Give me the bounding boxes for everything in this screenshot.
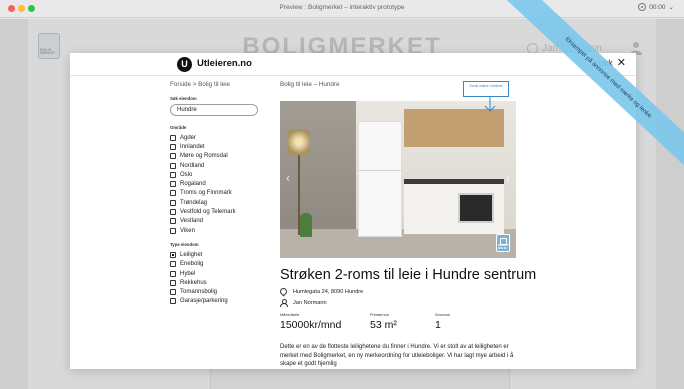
area-filter-item[interactable]: Viken [170,226,266,235]
listing-address: Humlegata 24, 8090 Hundre [293,288,364,295]
fact-label: Soverom [435,313,451,317]
area-filter-item-label: Agder [180,134,197,141]
breadcrumb[interactable]: Forside > Bolig til leie [170,81,266,88]
area-filter-item-label: Viken [180,227,195,234]
listing-main: Bolig til leie – Hundre ‹ › MERKET BOLIG… [278,81,536,369]
badge-text: MERKET BOLIG [498,243,510,251]
type-filter-item[interactable]: Leilighet [170,250,266,259]
checkbox-icon[interactable] [170,298,176,305]
checkbox-icon[interactable] [170,209,176,216]
person-icon [280,299,288,307]
area-filter-item[interactable]: Oslo [170,170,266,179]
checkbox-checked-icon[interactable] [170,251,176,258]
area-filter-item-label: Innlandet [180,143,205,150]
fact-value: 53 m² [370,319,397,331]
area-filter-item[interactable]: Nordland [170,161,266,170]
fact-rent: Månedsleie 15000kr/mnd [280,313,370,331]
checkbox-icon[interactable] [170,227,176,234]
area-filter-item[interactable]: Agder [170,133,266,142]
fact-label: Månedsleie [280,313,300,317]
area-filter-list: Agder Innlandet Møre og Romsdal Nordland Osl… [170,133,266,235]
area-filter-item[interactable]: Møre og Romsdal [170,152,266,161]
fact-bedrooms: Soverom 1 [435,313,525,331]
checkbox-icon[interactable] [170,270,176,277]
checkbox-icon[interactable] [170,153,176,160]
type-filter-item-label: Tomannsbolig [180,289,218,296]
area-filter-item-label: Møre og Romsdal [180,153,228,160]
gallery-prev-icon[interactable]: ‹ [286,171,290,185]
area-filter-item[interactable]: Troms og Finnmark [170,189,266,198]
type-filter-item-label: Hybel [180,270,196,277]
banner-clip: Eksempel på annonse med merke og lenke [500,0,684,200]
type-filter-item-label: Leilighet [180,251,203,258]
photo-upper-cabinets [404,109,504,147]
type-filter-item[interactable]: Hybel [170,269,266,278]
type-filter-item-label: Rekkehus [180,279,207,286]
listing-owner: Jan Normann [293,299,327,306]
checkbox-icon[interactable] [170,134,176,141]
utleieren-logo[interactable]: U [177,57,192,72]
photo-oven [458,193,494,223]
fact-value: 15000kr/mnd [280,319,342,331]
checkbox-icon[interactable] [170,190,176,197]
site-name[interactable]: Utleieren.no [197,58,252,69]
area-filter-item[interactable]: Rogaland [170,179,266,188]
area-filter-item-label: Vestfold og Telemark [180,209,236,216]
listing-title: Strøken 2-roms til leie i Hundre sentrum [280,267,537,283]
checkbox-icon[interactable] [170,171,176,178]
listing-description: Dette er en av de flotteste leilighetene… [280,344,514,368]
fact-value: 1 [435,319,441,331]
listing-facts: Månedsleie 15000kr/mnd Primærrom 53 m² S… [280,313,525,331]
photo-cactus [300,213,312,237]
area-label: Område [170,125,187,130]
type-filter-item[interactable]: Enebolig [170,260,266,269]
photo-lamp [288,129,310,155]
filter-sidebar: Forside > Bolig til leie Søk eiendom Hun… [170,81,266,366]
area-filter-item-label: Vestland [180,218,204,225]
checkbox-icon[interactable] [170,279,176,286]
example-banner: Eksempel på annonse med merke og lenke [504,0,684,176]
boligmerket-badge-icon[interactable]: MERKET BOLIG [496,234,510,252]
type-filter-list: Leilighet Enebolig Hybel Rekkehus Tomannsbol… [170,250,266,306]
checkbox-icon[interactable] [170,181,176,188]
checkbox-icon[interactable] [170,261,176,268]
area-filter-item-label: Troms og Finnmark [180,190,232,197]
area-filter-item-label: Rogaland [180,181,206,188]
area-filter-item[interactable]: Innlandet [170,142,266,151]
type-filter-item-label: Garasje/parkering [180,298,228,305]
area-filter-item-label: Nordland [180,162,205,169]
type-filter-item[interactable]: Garasje/parkering [170,297,266,306]
search-label: Søk eiendom [170,96,197,101]
checkbox-icon[interactable] [170,218,176,225]
area-filter-item-label: Trøndelag [180,199,208,206]
area-filter-item-label: Oslo [180,171,193,178]
checkbox-icon[interactable] [170,162,176,169]
photo-fridge [358,121,402,237]
photo-gallery[interactable]: ‹ › MERKET BOLIG [280,101,516,258]
fact-label: Primærrom [370,313,389,317]
map-pin-icon [278,286,289,297]
type-filter-item-label: Enebolig [180,261,204,268]
checkbox-icon[interactable] [170,143,176,150]
area-filter-item[interactable]: Vestland [170,217,266,226]
listing-owner-row: Jan Normann [280,299,327,307]
area-filter-item[interactable]: Vestfold og Telemark [170,207,266,216]
search-input[interactable]: Hundre [170,104,258,116]
area-filter-item[interactable]: Trøndelag [170,198,266,207]
type-filter-item[interactable]: Tomannsbolig [170,287,266,296]
arrow-down-icon [484,97,496,112]
type-label: Type eiendom [170,242,199,248]
fact-area: Primærrom 53 m² [370,313,435,331]
checkbox-icon[interactable] [170,199,176,206]
checkbox-icon[interactable] [170,289,176,296]
listing-address-row: Humlegata 24, 8090 Hundre [278,286,364,297]
type-filter-item[interactable]: Rekkehus [170,278,266,287]
